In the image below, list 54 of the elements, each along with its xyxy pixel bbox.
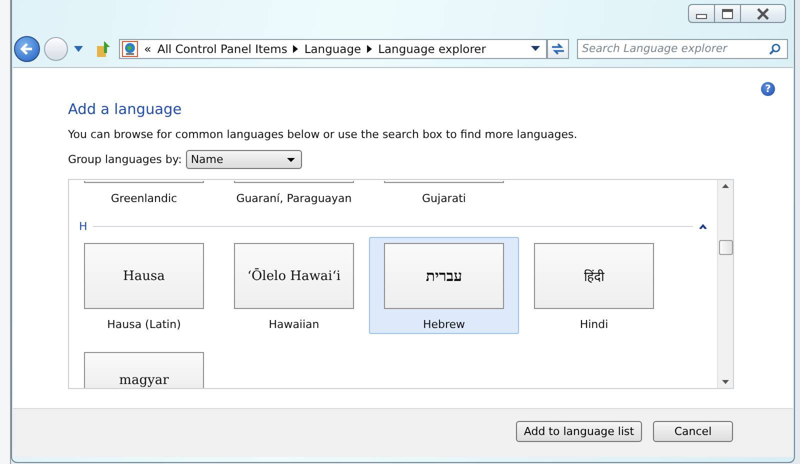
scroll-thumb[interactable] [718, 240, 732, 255]
language-item[interactable]: हिंदी Hindi [518, 237, 669, 334]
breadcrumb[interactable]: Language explorer [378, 42, 486, 56]
back-arrow-icon [20, 42, 34, 56]
back-button[interactable] [14, 36, 40, 62]
chevron-right-icon[interactable] [367, 44, 372, 52]
minimize-button[interactable] [688, 4, 715, 23]
cancel-button[interactable]: Cancel [653, 420, 733, 442]
scroll-up-icon[interactable] [722, 184, 729, 188]
language-sample: עברית [426, 266, 462, 286]
refresh-icon [550, 42, 565, 56]
language-item[interactable]: Greenlandic [68, 180, 219, 208]
language-item[interactable]: ʻŌlelo Hawaiʻi Hawaiian [218, 237, 369, 334]
language-name: Guaraní, Paraguayan [236, 192, 352, 205]
scrollbar[interactable] [717, 180, 733, 388]
dropdown-arrow-icon[interactable] [530, 46, 540, 51]
language-item[interactable]: Gujarati [368, 180, 519, 208]
description-text: You can browse for common languages below or use the search box to find more languages. [68, 128, 578, 141]
language-name: Hebrew [422, 318, 466, 331]
page-heading: Add a language [68, 102, 183, 120]
folder-up-icon[interactable] [94, 40, 111, 58]
language-name: Greenlandic [110, 192, 178, 205]
search-field[interactable]: Search Language explorer [576, 38, 788, 58]
language-name: Gujarati [422, 192, 466, 205]
language-item[interactable]: Guaraní, Paraguayan [218, 180, 369, 208]
language-item[interactable]: magyar [68, 346, 219, 388]
scroll-down-icon[interactable] [722, 380, 729, 384]
globe-icon [122, 40, 138, 56]
breadcrumb[interactable]: Language [304, 42, 362, 56]
close-button[interactable] [740, 4, 786, 23]
group-by-label: Group languages by: [68, 153, 182, 166]
search-icon[interactable] [769, 42, 781, 54]
language-name: Hindi [580, 318, 608, 331]
chevron-right-icon[interactable] [293, 44, 298, 52]
language-name: Hausa (Latin) [107, 318, 181, 331]
language-name: Hawaiian [268, 318, 320, 331]
language-sample: हिंदी [584, 268, 604, 285]
overflow-chevron[interactable]: « [144, 42, 152, 56]
help-icon[interactable]: ? [761, 82, 775, 96]
collapse-icon[interactable] [699, 224, 707, 229]
add-button[interactable]: Add to language list [516, 420, 642, 442]
address-bar[interactable]: « All Control Panel Items Language Language explorer [118, 38, 547, 58]
language-sample: ʻŌlelo Hawaiʻi [247, 268, 341, 284]
breadcrumb[interactable]: All Control Panel Items [157, 42, 288, 56]
group-header[interactable]: H [78, 220, 88, 233]
maximize-button[interactable] [714, 4, 741, 23]
history-dropdown-icon[interactable] [74, 46, 83, 52]
language-item[interactable]: Hausa Hausa (Latin) [68, 237, 219, 334]
close-icon [756, 8, 770, 20]
language-sample: magyar [119, 373, 169, 388]
language-sample: Hausa [123, 268, 165, 284]
dropdown-arrow-icon [286, 158, 295, 162]
group-by-dropdown[interactable]: Name [186, 150, 302, 169]
refresh-button[interactable] [546, 38, 569, 58]
